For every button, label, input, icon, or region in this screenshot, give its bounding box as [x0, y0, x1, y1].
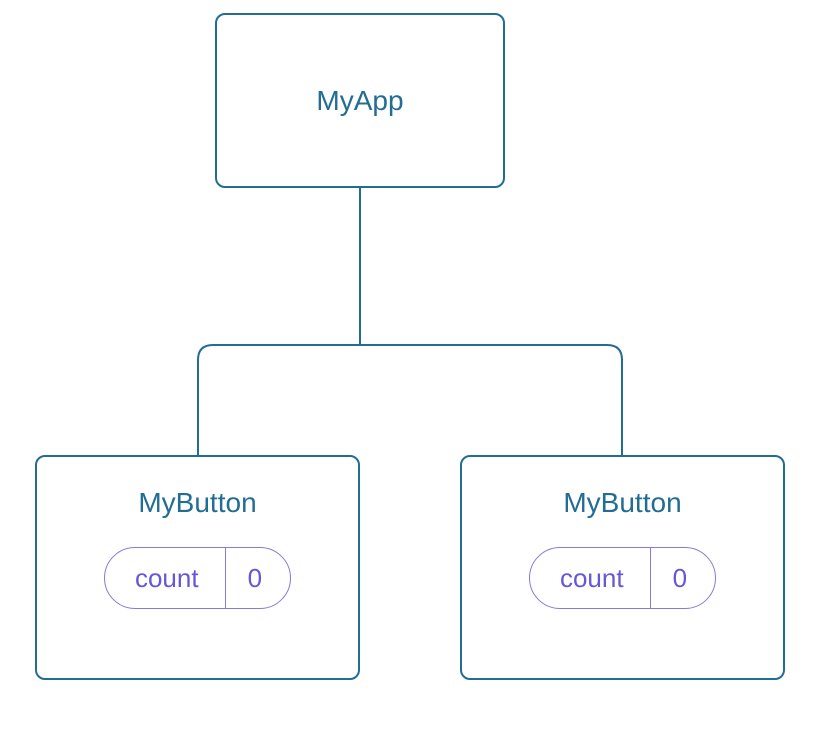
state-pill: count 0 [529, 547, 716, 609]
parent-component-title: MyApp [316, 85, 403, 117]
state-label: count [105, 548, 226, 608]
state-pill: count 0 [104, 547, 291, 609]
child-component-node: MyButton count 0 [35, 455, 360, 680]
component-tree-diagram: MyApp MyButton count 0 MyButton count 0 [0, 0, 814, 734]
state-value: 0 [226, 548, 290, 608]
state-label: count [530, 548, 651, 608]
parent-component-node: MyApp [215, 13, 505, 188]
child-component-title: MyButton [138, 487, 256, 519]
state-value: 0 [651, 548, 715, 608]
child-component-node: MyButton count 0 [460, 455, 785, 680]
child-component-title: MyButton [563, 487, 681, 519]
